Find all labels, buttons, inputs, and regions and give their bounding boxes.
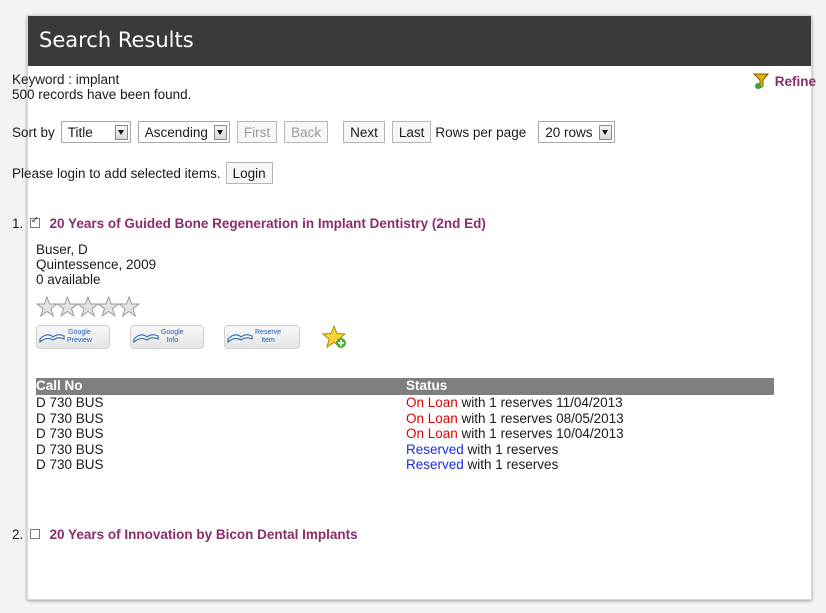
call-no-cell: D 730 BUS [36, 395, 104, 410]
status-detail: with 1 reserves 08/05/2013 [457, 410, 624, 426]
refine-label: Refine [774, 73, 816, 89]
query-summary: Keyword : implant 500 records have been … [12, 72, 191, 102]
sort-by-label: Sort by [12, 124, 55, 140]
add-favorite-icon[interactable] [322, 324, 348, 350]
result-meta: Buser, D Quintessence, 2009 0 available [36, 242, 156, 287]
table-row: D 730 BUS Reserved with 1 reserves [36, 457, 774, 473]
status-word: On Loan [406, 410, 458, 426]
keyword-text: Keyword : implant [12, 72, 120, 87]
column-header-call-no: Call No [36, 378, 83, 393]
reserve-item-label: Reserve Item [255, 329, 281, 345]
button-line-1: Google [161, 329, 184, 336]
status-word: Reserved [406, 457, 464, 472]
status-detail: with 1 reserves 10/04/2013 [457, 426, 624, 441]
table-row: D 730 BUS On Loan with 1 reserves 10/04/… [36, 426, 774, 442]
result-number: 1. [12, 216, 24, 231]
status-detail: with 1 reserves [463, 457, 559, 472]
status-word: Reserved [406, 441, 464, 457]
login-button[interactable]: Login [225, 162, 273, 184]
first-page-button[interactable]: First [236, 121, 278, 143]
rows-per-page-label: Rows per page [435, 124, 527, 140]
status-cell: Reserved with 1 reserves [406, 457, 558, 473]
google-info-icon [133, 334, 159, 344]
star-rating-icon [36, 296, 140, 318]
result-author: Buser, D [36, 242, 88, 257]
filter-icon [752, 72, 771, 90]
status-cell: Reserved with 1 reserves [406, 442, 558, 458]
result-item: 2. 20 Years of Innovation by Bicon Denta… [12, 527, 358, 542]
google-preview-icon [39, 334, 65, 344]
back-page-button[interactable]: Back [284, 121, 329, 143]
holdings-table: Call No Status D 730 BUS On Loan with 1 … [36, 378, 774, 473]
button-line-2: Preview [67, 337, 92, 344]
table-row: D 730 BUS Reserved with 1 reserves [36, 442, 774, 458]
dropdown-arrow-icon [114, 124, 128, 140]
button-line-2: Item [261, 337, 275, 344]
result-checkbox[interactable] [29, 215, 40, 228]
reserve-item-button[interactable]: Reserve Item [224, 325, 300, 349]
page-title: Search Results [28, 16, 811, 66]
column-header-status: Status [406, 378, 448, 393]
rows-per-page-value: 20 rows [545, 124, 593, 140]
records-found-text: 500 records have been found. [12, 87, 192, 102]
google-preview-button[interactable]: Google Preview [36, 325, 110, 349]
google-info-label: Google Info [161, 329, 184, 345]
refine-link[interactable]: Refine [752, 72, 816, 90]
result-item: 1. 20 Years of Guided Bone Regeneration … [12, 215, 486, 231]
result-availability: 0 available [36, 272, 101, 287]
table-row: D 730 BUS On Loan with 1 reserves 11/04/… [36, 395, 774, 411]
google-info-button[interactable]: Google Info [130, 325, 204, 349]
status-cell: On Loan with 1 reserves 08/05/2013 [406, 411, 624, 427]
sort-field-value: Title [67, 124, 93, 140]
table-row: D 730 BUS On Loan with 1 reserves 08/05/… [36, 411, 774, 427]
status-detail: with 1 reserves [463, 441, 559, 457]
next-page-button[interactable]: Next [343, 121, 385, 143]
call-no-cell: D 730 BUS [36, 426, 104, 441]
button-line-1: Reserve [255, 329, 282, 336]
status-cell: On Loan with 1 reserves 10/04/2013 [406, 426, 624, 442]
google-preview-label: Google Preview [67, 329, 92, 345]
status-detail: with 1 reserves 11/04/2013 [457, 395, 623, 410]
search-results-panel: Search Results [27, 15, 812, 600]
sort-field-select[interactable]: Title [60, 121, 131, 143]
status-word: On Loan [406, 426, 458, 441]
call-no-cell: D 730 BUS [36, 410, 104, 426]
call-no-cell: D 730 BUS [36, 457, 104, 472]
reserve-item-icon [227, 334, 253, 344]
status-cell: On Loan with 1 reserves 11/04/2013 [406, 395, 623, 411]
star-rating[interactable] [36, 296, 140, 318]
status-word: On Loan [406, 395, 458, 410]
sort-toolbar: Sort by Title Ascending First Back Next … [12, 120, 615, 144]
result-title-link[interactable]: 20 Years of Guided Bone Regeneration in … [50, 216, 486, 231]
table-header: Call No Status [36, 378, 774, 395]
sort-order-select[interactable]: Ascending [137, 121, 230, 143]
last-page-button[interactable]: Last [391, 121, 432, 143]
login-message: Please login to add selected items. [12, 165, 221, 181]
result-number: 2. [12, 527, 24, 542]
dropdown-arrow-icon [213, 124, 227, 140]
call-no-cell: D 730 BUS [36, 441, 104, 457]
button-line-2: Info [166, 337, 179, 344]
dropdown-arrow-icon [598, 124, 612, 140]
result-checkbox[interactable] [29, 529, 40, 539]
sort-order-value: Ascending [144, 124, 208, 140]
button-line-1: Google [68, 329, 91, 336]
result-title-link[interactable]: 20 Years of Innovation by Bicon Dental I… [50, 527, 358, 542]
action-buttons: Google Preview Google Info Reserve Item [36, 324, 348, 350]
login-row: Please login to add selected items. Logi… [12, 162, 273, 184]
rows-per-page-select[interactable]: 20 rows [538, 121, 615, 143]
result-publisher: Quintessence, 2009 [36, 257, 157, 272]
